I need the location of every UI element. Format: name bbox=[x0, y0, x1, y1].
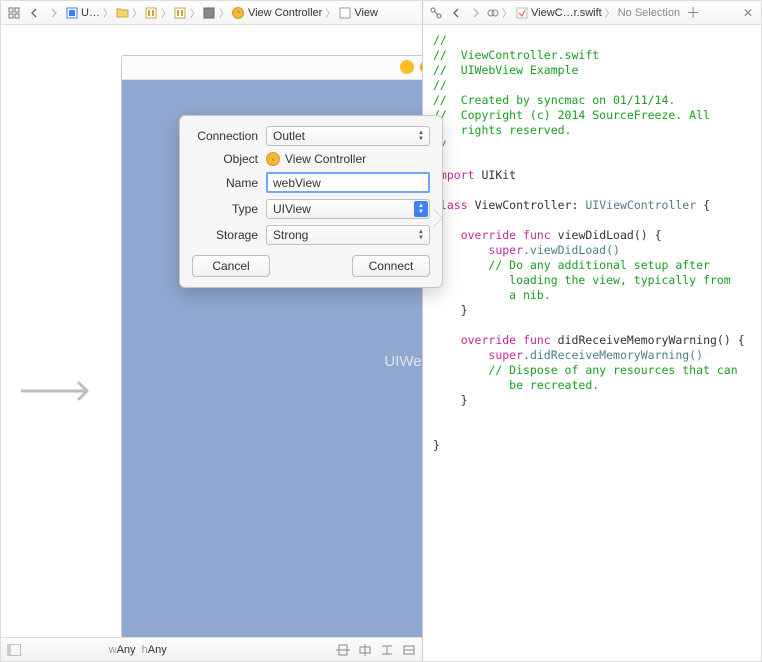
type-label: Type bbox=[192, 202, 266, 216]
view-controller-dot-icon[interactable] bbox=[400, 60, 414, 74]
breadcrumb-label: U… bbox=[81, 7, 100, 19]
uiwebview-label: UIWeb bbox=[384, 353, 422, 370]
type-select[interactable]: UIView bbox=[266, 199, 430, 219]
view-controller-icon: ◦ bbox=[266, 152, 280, 166]
object-label: Object bbox=[192, 152, 266, 166]
breadcrumb-item[interactable]: ViewC…r.swift bbox=[515, 6, 602, 19]
align-icon[interactable] bbox=[336, 644, 350, 656]
connect-button[interactable]: Connect bbox=[352, 255, 430, 277]
left-breadcrumb: U… 〉 〉 〉 〉 〉 ◦ View Controller 〉 bbox=[1, 1, 422, 25]
scene-title-bar bbox=[122, 56, 422, 80]
view-icon bbox=[338, 6, 351, 19]
storyboard-icon bbox=[145, 6, 158, 19]
swift-file-icon bbox=[515, 6, 528, 19]
connection-label: Connection bbox=[192, 129, 266, 143]
name-input[interactable] bbox=[266, 172, 430, 193]
related-items-icon[interactable] bbox=[5, 5, 23, 21]
chevron-right-icon: 〉 bbox=[190, 5, 200, 20]
forward-icon[interactable] bbox=[467, 5, 485, 21]
resizing-icon[interactable] bbox=[402, 644, 416, 656]
outlet-connection-popover: Connection Outlet ▲▼ Object ◦ View Contr… bbox=[179, 115, 443, 288]
name-label: Name bbox=[192, 176, 266, 190]
chevron-right-icon: 〉 bbox=[103, 5, 113, 20]
object-text: View Controller bbox=[285, 152, 366, 166]
pin-icon[interactable] bbox=[358, 644, 372, 656]
scene-icon bbox=[203, 6, 216, 19]
document-outline-toggle-icon[interactable] bbox=[7, 644, 21, 656]
chevron-right-icon: 〉 bbox=[161, 5, 171, 20]
back-icon[interactable] bbox=[447, 5, 465, 21]
entry-arrow-icon bbox=[21, 377, 97, 405]
size-w-value: Any bbox=[117, 644, 136, 656]
counterparts-icon[interactable] bbox=[487, 7, 499, 19]
storage-label: Storage bbox=[192, 228, 266, 242]
breadcrumb-item[interactable] bbox=[174, 6, 187, 19]
cancel-button[interactable]: Cancel bbox=[192, 255, 270, 277]
stepper-icon: ▲▼ bbox=[414, 201, 428, 217]
breadcrumb-item[interactable] bbox=[203, 6, 216, 19]
right-breadcrumb: 〉 ViewC…r.swift 〉 No Selection ＋ ✕ bbox=[423, 1, 761, 25]
stepper-icon: ▲▼ bbox=[414, 128, 428, 144]
breadcrumb-label: View bbox=[354, 7, 378, 19]
selection-label: No Selection bbox=[618, 7, 680, 19]
connection-select[interactable]: Outlet bbox=[266, 126, 430, 146]
chevron-right-icon: 〉 bbox=[219, 5, 229, 20]
code-editor[interactable]: // // ViewController.swift // UIWebView … bbox=[423, 25, 761, 661]
breadcrumb-item[interactable]: U… bbox=[65, 6, 100, 19]
forward-icon[interactable] bbox=[45, 5, 63, 21]
size-w-prefix: w bbox=[109, 644, 117, 656]
breadcrumb-item[interactable]: ◦ View Controller bbox=[232, 6, 322, 19]
related-items-icon[interactable] bbox=[427, 5, 445, 21]
add-assistant-icon[interactable]: ＋ bbox=[682, 3, 704, 23]
file-name: ViewC…r.swift bbox=[531, 7, 602, 19]
stepper-icon: ▲▼ bbox=[414, 227, 428, 243]
view-controller-icon: ◦ bbox=[232, 6, 245, 19]
breadcrumb-item[interactable]: View bbox=[338, 6, 378, 19]
breadcrumb-item[interactable] bbox=[145, 6, 158, 19]
first-responder-dot-icon[interactable] bbox=[420, 60, 422, 74]
storyboard-icon bbox=[174, 6, 187, 19]
size-h-value: Any bbox=[148, 644, 167, 656]
bottom-toolbar: wAny hAny bbox=[1, 637, 422, 661]
folder-icon bbox=[116, 6, 129, 19]
object-value: ◦ View Controller bbox=[266, 152, 430, 166]
chevron-right-icon: 〉 bbox=[605, 5, 615, 20]
chevron-right-icon: 〉 bbox=[325, 5, 335, 20]
swift-file-icon bbox=[65, 6, 78, 19]
close-assistant-icon[interactable]: ✕ bbox=[739, 6, 757, 20]
breadcrumb-item[interactable] bbox=[116, 6, 129, 19]
back-icon[interactable] bbox=[25, 5, 43, 21]
storage-select[interactable]: Strong bbox=[266, 225, 430, 245]
chevron-right-icon: 〉 bbox=[502, 5, 512, 20]
resolve-icon[interactable] bbox=[380, 644, 394, 656]
breadcrumb-label: View Controller bbox=[248, 7, 322, 19]
size-class-control[interactable]: wAny hAny bbox=[109, 644, 167, 656]
chevron-right-icon: 〉 bbox=[132, 5, 142, 20]
